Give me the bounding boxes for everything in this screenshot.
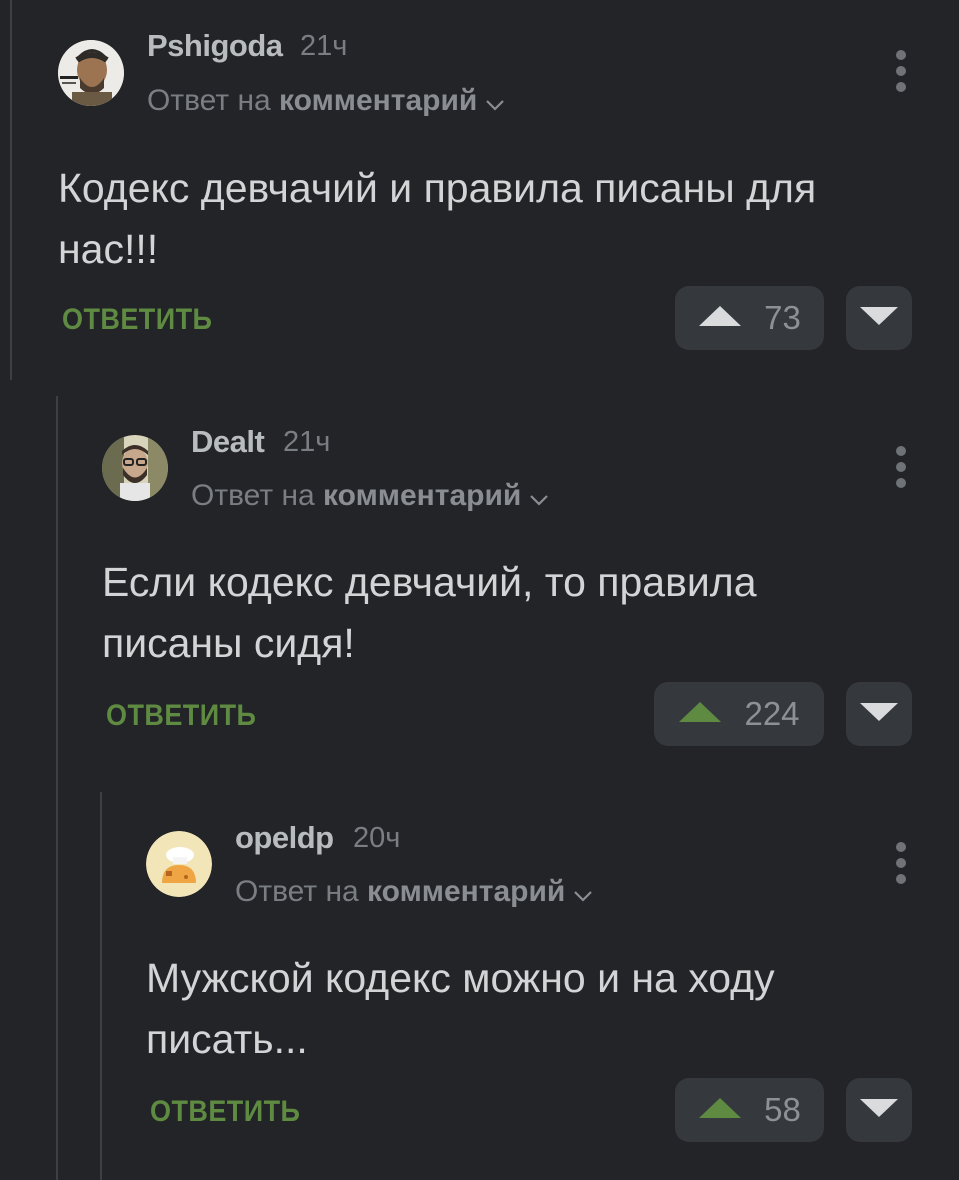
avatar[interactable] (146, 831, 212, 897)
kebab-menu-icon[interactable] (894, 446, 908, 492)
kebab-menu-icon[interactable] (894, 842, 908, 888)
kebab-menu-icon[interactable] (894, 50, 908, 96)
comment-author[interactable]: opeldp (235, 820, 334, 856)
downvote-button[interactable] (846, 1078, 912, 1142)
reply-to-link[interactable]: Ответ на комментарий (191, 479, 549, 514)
upvote-button[interactable]: 224 (654, 682, 824, 746)
comment-text: Если кодекс девчачий, то правила писаны … (102, 559, 757, 666)
rating-count: 224 (744, 695, 800, 732)
thread-line-level-3 (100, 792, 102, 1180)
downvote-arrow-icon (859, 1098, 899, 1123)
chevron-down-icon (529, 480, 549, 514)
comment-time: 20ч (353, 822, 401, 854)
thread-line-level-2 (56, 396, 58, 1180)
comment-author[interactable]: Dealt (191, 424, 265, 460)
reply-to-prefix: Ответ на (191, 479, 315, 512)
reply-to-target: комментарий (279, 84, 478, 117)
reply-to-link[interactable]: Ответ на комментарий (147, 84, 505, 119)
reply-to-prefix: Ответ на (235, 875, 359, 908)
rating-count: 73 (764, 299, 801, 336)
avatar[interactable] (58, 40, 124, 106)
comment-time: 21ч (283, 426, 331, 458)
upvote-arrow-icon (678, 701, 722, 728)
reply-to-target: комментарий (367, 875, 566, 908)
reply-to-prefix: Ответ на (147, 84, 271, 117)
avatar[interactable] (102, 435, 168, 501)
thread-line-level-1 (10, 0, 12, 380)
comment-text: Кодекс девчачий и правила писаны для нас… (58, 165, 817, 272)
downvote-button[interactable] (846, 286, 912, 350)
reply-to-target: комментарий (323, 479, 522, 512)
upvote-arrow-icon (698, 305, 742, 332)
comment-text: Мужской кодекс можно и на ходу писать... (146, 955, 775, 1062)
rating-count: 58 (764, 1091, 801, 1128)
chevron-down-icon (485, 85, 505, 119)
comment-author[interactable]: Pshigoda (147, 28, 283, 64)
downvote-arrow-icon (859, 702, 899, 727)
upvote-arrow-icon (698, 1097, 742, 1124)
downvote-button[interactable] (846, 682, 912, 746)
chevron-down-icon (573, 876, 593, 910)
reply-to-link[interactable]: Ответ на комментарий (235, 875, 593, 910)
comment-time: 21ч (300, 30, 348, 62)
reply-button[interactable]: ОТВЕТИТЬ (62, 303, 212, 337)
upvote-button[interactable]: 73 (675, 286, 824, 350)
upvote-button[interactable]: 58 (675, 1078, 824, 1142)
reply-button[interactable]: ОТВЕТИТЬ (150, 1095, 300, 1129)
reply-button[interactable]: ОТВЕТИТЬ (106, 699, 256, 733)
downvote-arrow-icon (859, 306, 899, 331)
